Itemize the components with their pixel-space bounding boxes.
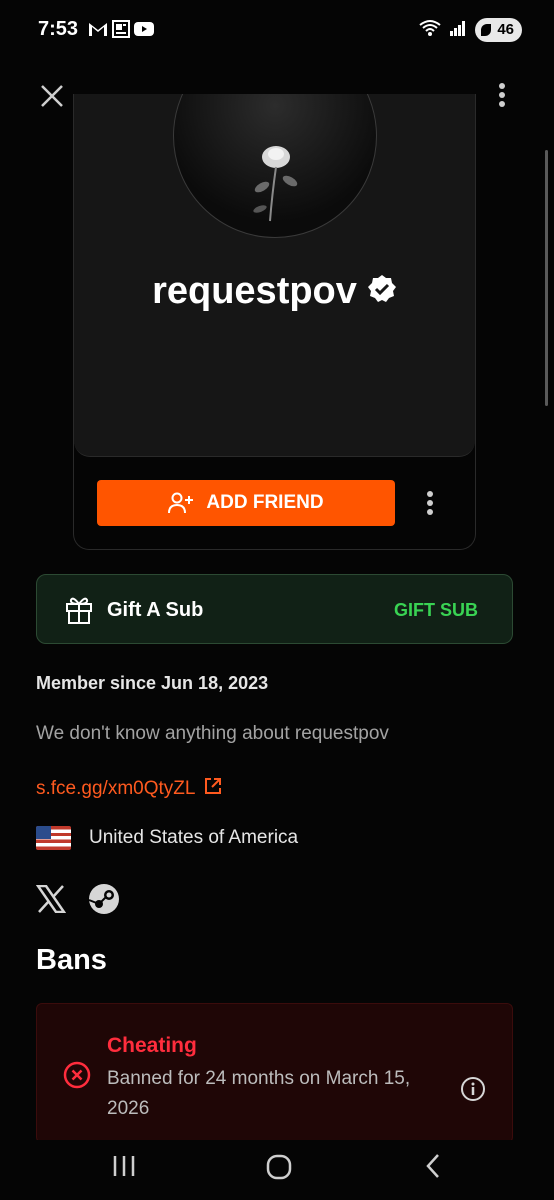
gift-title: Gift A Sub	[107, 599, 204, 621]
youtube-icon	[134, 21, 154, 42]
back-button[interactable]	[424, 1153, 442, 1184]
home-icon	[266, 1154, 292, 1180]
member-since: Member since Jun 18, 2023	[36, 673, 269, 693]
more-options-button[interactable]	[490, 82, 514, 110]
country-row: United States of America	[36, 826, 298, 850]
gmail-icon	[88, 21, 108, 42]
notification-icons	[88, 20, 154, 43]
username: requestpov	[152, 270, 357, 312]
profile-card: requestpov ADD FRIEND	[73, 94, 476, 550]
recents-button[interactable]	[112, 1154, 136, 1183]
add-user-icon	[168, 492, 194, 514]
profile-link[interactable]: s.fce.gg/xm0QtyZL	[36, 776, 223, 801]
more-vertical-icon	[499, 83, 505, 107]
system-icons: 46	[419, 18, 522, 42]
info-icon[interactable]	[460, 1076, 486, 1107]
username-row: requestpov	[74, 270, 475, 313]
more-vertical-icon	[427, 491, 433, 515]
signal-icon	[449, 20, 467, 41]
bio: We don't know anything about requestpov	[36, 723, 389, 744]
news-icon	[112, 20, 130, 43]
scrollbar[interactable]	[545, 150, 548, 406]
gift-icon	[65, 595, 93, 630]
add-friend-button[interactable]: ADD FRIEND	[97, 480, 395, 526]
external-link-icon	[203, 776, 223, 801]
steam-icon[interactable]	[88, 883, 120, 920]
ban-error-icon	[63, 1061, 91, 1094]
ban-description: Banned for 24 months on March 15, 2026	[107, 1068, 411, 1119]
status-time: 7:53	[38, 18, 79, 40]
recents-icon	[113, 1156, 135, 1176]
add-friend-label: ADD FRIEND	[206, 492, 324, 513]
back-icon	[426, 1154, 439, 1178]
wifi-icon	[419, 19, 441, 42]
battery-icon: 46	[475, 18, 522, 42]
us-flag-icon	[36, 826, 71, 850]
profile-link-text[interactable]: s.fce.gg/xm0QtyZL	[36, 778, 195, 800]
profile-more-button[interactable]	[420, 490, 440, 518]
country-name: United States of America	[89, 827, 299, 848]
avatar[interactable]	[173, 94, 377, 238]
bans-heading: Bans	[36, 944, 107, 976]
social-links	[35, 883, 120, 920]
close-icon	[41, 85, 63, 107]
rose-image	[253, 146, 298, 222]
system-nav-bar	[0, 1140, 554, 1200]
ban-type: Cheating	[107, 1034, 197, 1057]
home-button[interactable]	[266, 1154, 292, 1185]
ban-card: Cheating Banned for 24 months on March 1…	[36, 1003, 513, 1143]
profile-header: requestpov	[74, 94, 475, 457]
x-icon[interactable]	[35, 884, 67, 918]
verified-icon	[367, 274, 397, 309]
gift-sub-panel: Gift A Sub GIFT SUB	[36, 574, 513, 644]
status-bar: 7:53 46	[0, 0, 554, 62]
close-button[interactable]	[36, 80, 68, 112]
gift-sub-button[interactable]: GIFT SUB	[394, 600, 478, 621]
